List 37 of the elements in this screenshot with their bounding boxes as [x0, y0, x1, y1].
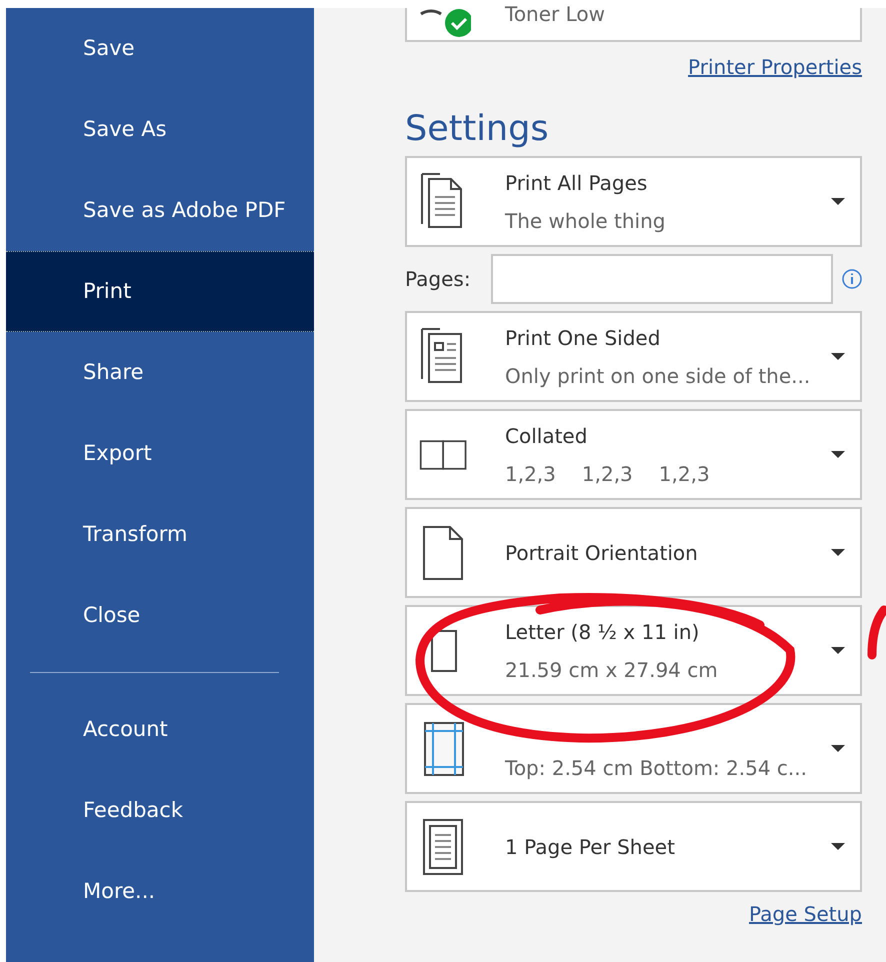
printer-status: Toner Low — [505, 2, 606, 26]
dropdown-option[interactable]: Letter (8 ½ x 11 in) 21.59 cm x 27.94 cm — [405, 605, 862, 696]
sidebar-item[interactable]: Export — [6, 413, 314, 494]
letter-page-icon — [430, 630, 458, 672]
pages-label: Pages: — [405, 266, 472, 293]
caret-icon — [830, 352, 846, 361]
settings-heading: Settings — [405, 108, 550, 150]
dropdown-option[interactable]: Print One Sided Only print on one side of the... — [405, 311, 862, 402]
caret-icon — [830, 450, 846, 459]
caret-icon — [830, 646, 846, 655]
collation-order: 1,2,3 — [505, 462, 556, 486]
sidebar-item[interactable]: Close — [6, 575, 314, 656]
dropdown-option[interactable]: 1 Page Per Sheet — [405, 801, 862, 892]
collation-order: 1,2,3 — [658, 462, 710, 486]
sidebar-item[interactable]: Save As — [6, 89, 314, 170]
dropdown-option[interactable]: Print All Pages The whole thing — [405, 156, 862, 247]
caret-icon — [830, 548, 846, 557]
sidebar-item[interactable]: Share — [6, 332, 314, 413]
sidebar-item[interactable]: Feedback — [6, 770, 314, 851]
caret-icon — [830, 842, 846, 851]
caret-icon — [830, 744, 846, 753]
printer-properties-link[interactable]: Printer Properties — [688, 52, 862, 82]
info-icon — [841, 268, 863, 290]
page-setup-link[interactable]: Page Setup — [749, 899, 862, 929]
dropdown-option[interactable]: Portrait Orientation — [405, 507, 862, 598]
sidebar-item[interactable]: Print — [6, 251, 314, 332]
sidebar-item[interactable]: Account — [6, 689, 314, 770]
pages-field[interactable] — [491, 254, 833, 304]
sidebar-item[interactable]: More... — [6, 851, 314, 932]
collation-order: 1,2,3 — [582, 462, 633, 486]
sidebar-item[interactable]: Save — [6, 8, 314, 89]
sidebar-item[interactable]: Save as Adobe PDF — [6, 170, 314, 251]
dropdown-option[interactable]: Collated 1,2,3 1,2,3 1,2,3 — [405, 409, 862, 500]
caret-icon — [830, 197, 846, 206]
annotation-stroke — [868, 606, 886, 660]
sidebar-item[interactable]: Transform — [6, 494, 314, 575]
dropdown-option[interactable]: Top: 2.54 cm Bottom: 2.54 c... — [405, 703, 862, 794]
